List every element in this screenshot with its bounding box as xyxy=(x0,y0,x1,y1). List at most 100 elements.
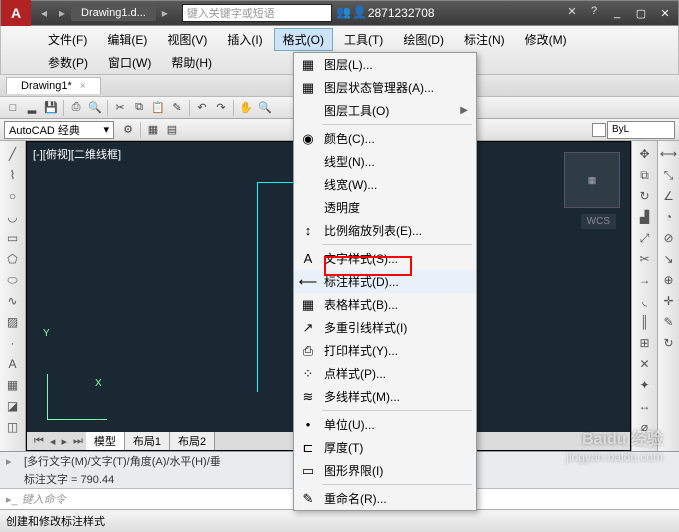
menu2-1[interactable]: 窗口(W) xyxy=(99,51,160,74)
zoom-icon[interactable]: 🔍 xyxy=(256,99,274,117)
format-menu-item-18[interactable]: •单位(U)... xyxy=(294,413,476,436)
spline-icon[interactable]: ∿ xyxy=(4,292,22,310)
point-icon[interactable]: · xyxy=(4,334,22,352)
format-menu-item-0[interactable]: ▦图层(L)... xyxy=(294,53,476,76)
format-menu-item-15[interactable]: ⁘点样式(P)... xyxy=(294,362,476,385)
tab-prev-icon[interactable]: ◂ xyxy=(47,435,59,448)
format-menu-item-4[interactable]: ◉颜色(C)... xyxy=(294,127,476,150)
ellipse-icon[interactable]: ⬭ xyxy=(4,271,22,289)
tab-next-icon[interactable]: ▸ xyxy=(58,435,70,448)
document-tab[interactable]: Drawing1* × xyxy=(6,77,101,94)
cut-icon[interactable]: ✂ xyxy=(111,99,129,117)
pline-icon[interactable]: ⌇ xyxy=(4,166,22,184)
nav-fwd-icon[interactable]: ▸ xyxy=(53,6,71,20)
open-icon[interactable]: ▂ xyxy=(23,99,41,117)
stretch-icon[interactable]: ↔ xyxy=(636,397,654,415)
menu-2[interactable]: 视图(V) xyxy=(158,28,216,51)
layer2-icon[interactable]: ▤ xyxy=(163,121,181,139)
help-icon[interactable]: ? xyxy=(586,5,602,21)
save-icon[interactable]: 💾 xyxy=(42,99,60,117)
tab-first-icon[interactable]: ⏮ xyxy=(31,435,47,448)
color-swatch[interactable] xyxy=(592,123,606,137)
menu-0[interactable]: 文件(F) xyxy=(39,28,96,51)
print-icon[interactable]: ⎙ xyxy=(67,99,85,117)
menu-1[interactable]: 编辑(E) xyxy=(98,28,156,51)
format-menu-item-13[interactable]: ↗多重引线样式(I) xyxy=(294,316,476,339)
exchange-icon[interactable]: ✕ xyxy=(564,5,580,21)
scale-icon[interactable]: ⤢ xyxy=(636,229,654,247)
match-icon[interactable]: ✎ xyxy=(168,99,186,117)
close-tab-icon[interactable]: × xyxy=(80,81,86,92)
menu-3[interactable]: 插入(I) xyxy=(218,28,271,51)
gear-icon[interactable]: ⚙ xyxy=(119,121,137,139)
tab-last-icon[interactable]: ⏭ xyxy=(70,435,86,448)
nav-back-icon[interactable]: ◂ xyxy=(35,6,53,20)
format-menu-item-14[interactable]: ⎙打印样式(Y)... xyxy=(294,339,476,362)
format-menu-item-10[interactable]: A文字样式(S)... xyxy=(294,247,476,270)
erase-icon[interactable]: ✕ xyxy=(636,355,654,373)
search-go-icon[interactable]: 👥 xyxy=(336,5,352,21)
leader-icon[interactable]: ↘ xyxy=(660,250,678,268)
line-icon[interactable]: ╱ xyxy=(4,145,22,163)
dim-linear-icon[interactable]: ⟷ xyxy=(660,145,678,163)
block-icon[interactable]: ◫ xyxy=(4,418,22,436)
format-menu-item-16[interactable]: ≋多线样式(M)... xyxy=(294,385,476,408)
wcs-label[interactable]: WCS xyxy=(581,214,616,229)
menu-8[interactable]: 修改(M) xyxy=(516,28,576,51)
arc-icon[interactable]: ◡ xyxy=(4,208,22,226)
minimize-button[interactable]: _ xyxy=(608,7,626,19)
format-menu-item-20[interactable]: ▭图形界限(I) xyxy=(294,459,476,482)
dim-ang-icon[interactable]: ∠ xyxy=(660,187,678,205)
workspace-select[interactable]: AutoCAD 经典▾ xyxy=(4,121,114,139)
offset-icon[interactable]: ║ xyxy=(636,313,654,331)
mirror-icon[interactable]: ▟ xyxy=(636,208,654,226)
document-name[interactable]: Drawing1.d... xyxy=(71,5,156,21)
format-menu-item-1[interactable]: ▦图层状态管理器(A)... xyxy=(294,76,476,99)
layout2-tab[interactable]: 布局2 xyxy=(170,432,215,450)
tol-icon[interactable]: ⊕ xyxy=(660,271,678,289)
menu2-0[interactable]: 参数(P) xyxy=(39,51,97,74)
maximize-button[interactable]: ▢ xyxy=(632,7,650,20)
menu-4[interactable]: 格式(O) xyxy=(274,28,333,51)
layer-color-select[interactable]: ByL xyxy=(607,121,675,139)
menu2-2[interactable]: 帮助(H) xyxy=(162,51,221,74)
format-menu-item-6[interactable]: 线宽(W)... xyxy=(294,173,476,196)
user-id[interactable]: 2871232708 xyxy=(368,6,435,20)
center-icon[interactable]: ✛ xyxy=(660,292,678,310)
undo-icon[interactable]: ↶ xyxy=(193,99,211,117)
menu-7[interactable]: 标注(N) xyxy=(455,28,514,51)
dim-rad-icon[interactable]: ◔ xyxy=(660,208,678,226)
explode-icon[interactable]: ✦ xyxy=(636,376,654,394)
menu-5[interactable]: 工具(T) xyxy=(335,28,392,51)
region-icon[interactable]: ◪ xyxy=(4,397,22,415)
array-icon[interactable]: ⊞ xyxy=(636,334,654,352)
trim-icon[interactable]: ✂ xyxy=(636,250,654,268)
close-button[interactable]: ✕ xyxy=(656,7,674,20)
doc-dropdown-icon[interactable]: ▸ xyxy=(156,6,174,20)
layout1-tab[interactable]: 布局1 xyxy=(125,432,170,450)
format-menu-item-2[interactable]: 图层工具(O)▶ xyxy=(294,99,476,122)
break-icon[interactable]: ⌀ xyxy=(636,418,654,436)
poly-icon[interactable]: ⬠ xyxy=(4,250,22,268)
format-menu-item-19[interactable]: ⊏厚度(T) xyxy=(294,436,476,459)
search-input[interactable]: 键入关键字或短语 xyxy=(182,4,332,22)
extend-icon[interactable]: → xyxy=(636,271,654,289)
move-icon[interactable]: ✥ xyxy=(636,145,654,163)
copy-icon[interactable]: ⧉ xyxy=(130,99,148,117)
copy2-icon[interactable]: ⧉ xyxy=(636,166,654,184)
format-menu-item-12[interactable]: ▦表格样式(B)... xyxy=(294,293,476,316)
dim-edit-icon[interactable]: ✎ xyxy=(660,313,678,331)
paste-icon[interactable]: 📋 xyxy=(149,99,167,117)
dim-upd-icon[interactable]: ↻ xyxy=(660,334,678,352)
format-menu-item-7[interactable]: 透明度 xyxy=(294,196,476,219)
hatch-icon[interactable]: ▨ xyxy=(4,313,22,331)
rotate-icon[interactable]: ↻ xyxy=(636,187,654,205)
format-menu-item-8[interactable]: ↕比例缩放列表(E)... xyxy=(294,219,476,242)
table-icon[interactable]: ▦ xyxy=(4,376,22,394)
dim-dia-icon[interactable]: ⊘ xyxy=(660,229,678,247)
redo-icon[interactable]: ↷ xyxy=(212,99,230,117)
model-tab[interactable]: 模型 xyxy=(86,432,125,450)
circle-icon[interactable]: ○ xyxy=(4,187,22,205)
format-menu-item-22[interactable]: ✎重命名(R)... xyxy=(294,487,476,510)
rect-icon[interactable]: ▭ xyxy=(4,229,22,247)
